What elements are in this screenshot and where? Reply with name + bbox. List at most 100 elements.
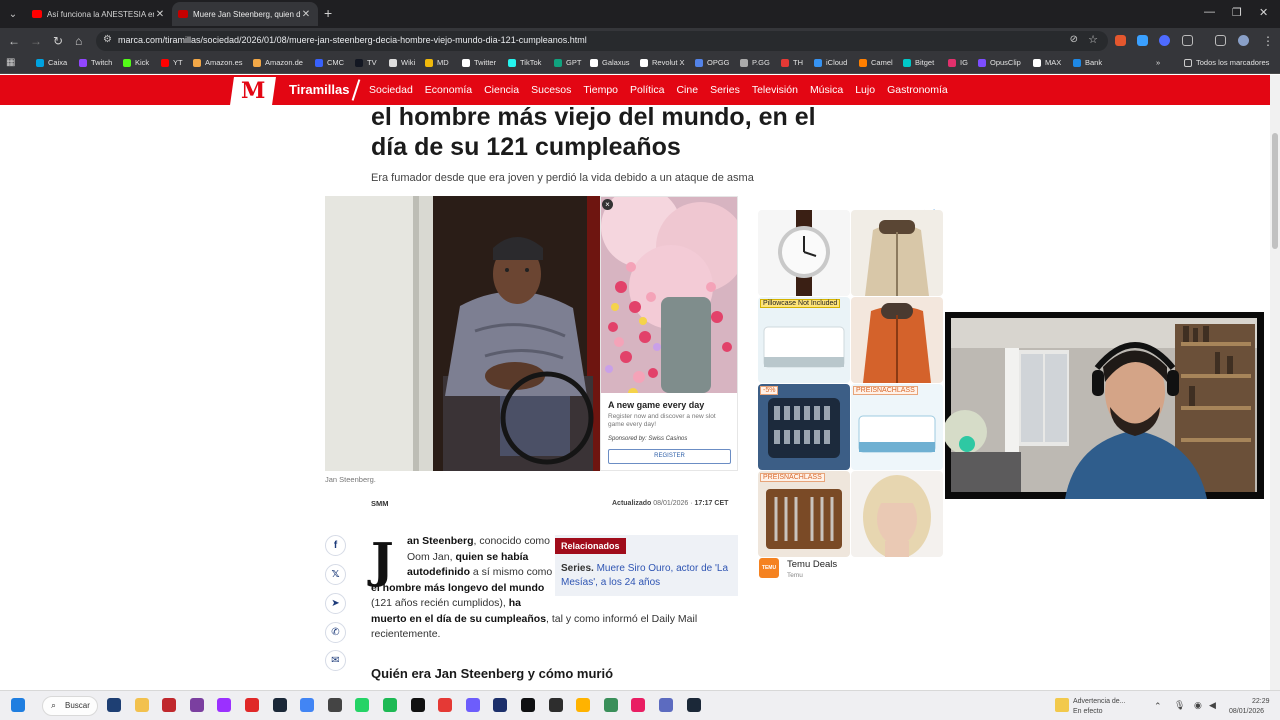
close-window-icon[interactable]: ✕ xyxy=(1259,6,1268,19)
tab-groups-icon[interactable] xyxy=(1215,35,1226,46)
taskbar-app-icon[interactable] xyxy=(548,698,563,712)
taskbar-app-icon[interactable] xyxy=(659,698,673,712)
bookmark-item[interactable]: Twitch xyxy=(79,58,112,67)
bookmark-item[interactable]: TikTok xyxy=(508,58,541,67)
casino-ad[interactable]: × A new game every day Register now and … xyxy=(600,196,738,471)
taskbar-app-icon[interactable] xyxy=(245,698,259,712)
nav-item[interactable]: Televisión xyxy=(752,84,798,96)
extension-icon[interactable] xyxy=(1115,35,1126,46)
bookmark-item[interactable]: Wiki xyxy=(389,58,415,67)
taskbar-app-icon[interactable] xyxy=(686,698,701,712)
marca-logo[interactable]: M xyxy=(230,77,276,105)
ad-product-wig[interactable] xyxy=(851,471,943,557)
bookmark-item[interactable]: Twitter xyxy=(462,58,496,67)
address-bar[interactable]: ⚙ marca.com/tiramillas/sociedad/2026/01/… xyxy=(96,31,1108,51)
bookmark-item[interactable]: iCloud xyxy=(814,58,847,67)
tab-close-icon[interactable]: ✕ xyxy=(154,9,166,20)
ad-product-mattress[interactable]: Pillowcase Not Included xyxy=(758,297,850,383)
bookmark-item[interactable]: GPT xyxy=(554,58,581,67)
telegram-share-icon[interactable]: ➤ xyxy=(325,593,346,614)
taskbar-app-icon[interactable] xyxy=(134,698,149,712)
bookmark-item[interactable]: Bank xyxy=(1073,58,1102,67)
bookmark-item[interactable]: MAX xyxy=(1033,58,1061,67)
taskbar-search[interactable]: ⌕ Buscar xyxy=(42,696,98,716)
maximize-icon[interactable]: ❐ xyxy=(1232,6,1242,19)
taskbar-app-icon[interactable] xyxy=(465,698,480,712)
nav-item[interactable]: Series xyxy=(710,84,740,96)
all-bookmarks[interactable]: Todos los marcadores xyxy=(1184,58,1269,67)
twitter-share-icon[interactable]: 𝕏 xyxy=(325,564,346,585)
taskbar-app-icon[interactable] xyxy=(493,698,508,712)
microphone-icon[interactable]: 🎙 xyxy=(1174,700,1185,711)
bookmarks-overflow[interactable]: » xyxy=(1156,58,1160,67)
email-share-icon[interactable]: ✉ xyxy=(325,650,346,671)
page-scrollbar[interactable] xyxy=(1270,75,1280,690)
facebook-share-icon[interactable]: f xyxy=(325,535,346,556)
bookmark-item[interactable]: TV xyxy=(355,58,377,67)
windows-start-icon[interactable] xyxy=(11,698,25,712)
nav-item[interactable]: Música xyxy=(810,84,843,96)
clock-time[interactable]: 22:29 xyxy=(1252,698,1270,705)
close-ad-icon[interactable]: × xyxy=(602,199,613,210)
browser-tab[interactable]: Así funciona la ANESTESIA en el ✕ xyxy=(26,2,172,26)
register-button[interactable]: REGISTER xyxy=(608,449,731,464)
reload-icon[interactable]: ↻ xyxy=(53,34,63,48)
ad-product-watch[interactable] xyxy=(758,210,850,296)
eye-off-icon[interactable]: ⊘ xyxy=(1070,34,1078,45)
bookmark-item[interactable]: Revolut X xyxy=(640,58,685,67)
nav-item[interactable]: Cine xyxy=(676,84,698,96)
site-info-icon[interactable]: ⚙ xyxy=(103,34,112,45)
taskbar-app-icon[interactable] xyxy=(438,698,453,712)
bookmark-item[interactable]: Bitget xyxy=(903,58,934,67)
nav-item[interactable]: Tiempo xyxy=(583,84,618,96)
taskbar-app-icon[interactable] xyxy=(272,698,287,712)
nav-item[interactable]: Política xyxy=(630,84,664,96)
taskbar-app-icon[interactable] xyxy=(217,698,232,712)
taskbar-app-icon[interactable] xyxy=(327,698,342,712)
bookmark-item[interactable]: Camel xyxy=(859,58,893,67)
bookmark-item[interactable]: Kick xyxy=(123,58,149,67)
minimize-icon[interactable]: — xyxy=(1204,6,1215,18)
home-icon[interactable]: ⌂ xyxy=(75,34,82,48)
bookmark-item[interactable]: P.GG xyxy=(740,58,770,67)
nav-item[interactable]: Economía xyxy=(425,84,472,96)
bookmark-item[interactable]: OPGG xyxy=(695,58,730,67)
ad-product-jacket[interactable] xyxy=(851,210,943,296)
bookmark-item[interactable]: Caixa xyxy=(36,58,67,67)
author[interactable]: SMM xyxy=(371,499,389,508)
bookmark-item[interactable]: Galaxus xyxy=(590,58,630,67)
related-item[interactable]: Series. Muere Siro Ouro, actor de 'La Me… xyxy=(561,562,733,590)
extensions-puzzle-icon[interactable] xyxy=(1182,35,1193,46)
ad-product-bit-set[interactable]: -5% xyxy=(758,384,850,470)
bookmark-item[interactable]: OpusClip xyxy=(978,58,1021,67)
section-name[interactable]: Tiramillas xyxy=(289,82,349,97)
new-tab-button[interactable]: + xyxy=(324,6,332,20)
bookmark-item[interactable]: YT xyxy=(161,58,183,67)
nav-item[interactable]: Sociedad xyxy=(369,84,413,96)
url-text[interactable]: marca.com/tiramillas/sociedad/2026/01/08… xyxy=(118,35,587,45)
apps-grid-icon[interactable]: ▦ xyxy=(6,56,15,70)
taskbar-app-icon[interactable] xyxy=(410,698,425,712)
whatsapp-share-icon[interactable]: ✆ xyxy=(325,622,346,643)
wifi-icon[interactable]: ◉ xyxy=(1194,700,1202,711)
bookmark-star-icon[interactable]: ☆ xyxy=(1088,33,1098,46)
taskbar-app-icon[interactable] xyxy=(355,698,370,712)
extension-icon[interactable] xyxy=(1137,35,1148,46)
taskbar-app-icon[interactable] xyxy=(631,698,646,712)
profile-avatar[interactable] xyxy=(1238,35,1249,46)
forward-icon[interactable]: → xyxy=(30,34,42,48)
menu-dots-icon[interactable]: ⋮ xyxy=(1262,34,1274,48)
taskbar-app-icon[interactable] xyxy=(162,698,177,712)
temu-ad[interactable]: ▷⋮ Pillowcase Not Included -5% PREISNACH… xyxy=(756,206,944,586)
back-icon[interactable]: ← xyxy=(8,34,20,48)
tab-close-icon[interactable]: ✕ xyxy=(300,9,312,20)
taskbar-app-icon[interactable] xyxy=(603,698,618,712)
clock-date[interactable]: 08/01/2026 xyxy=(1229,708,1264,715)
taskbar-app-icon[interactable] xyxy=(189,698,204,712)
extension-icon[interactable] xyxy=(1159,35,1170,46)
notice-title[interactable]: Advertencia de... xyxy=(1073,698,1126,705)
taskbar-app-icon[interactable] xyxy=(521,698,535,712)
tray-overflow-icon[interactable]: ⌃ xyxy=(1154,701,1162,712)
nav-item[interactable]: Sucesos xyxy=(531,84,571,96)
bookmark-item[interactable]: MD xyxy=(425,58,449,67)
